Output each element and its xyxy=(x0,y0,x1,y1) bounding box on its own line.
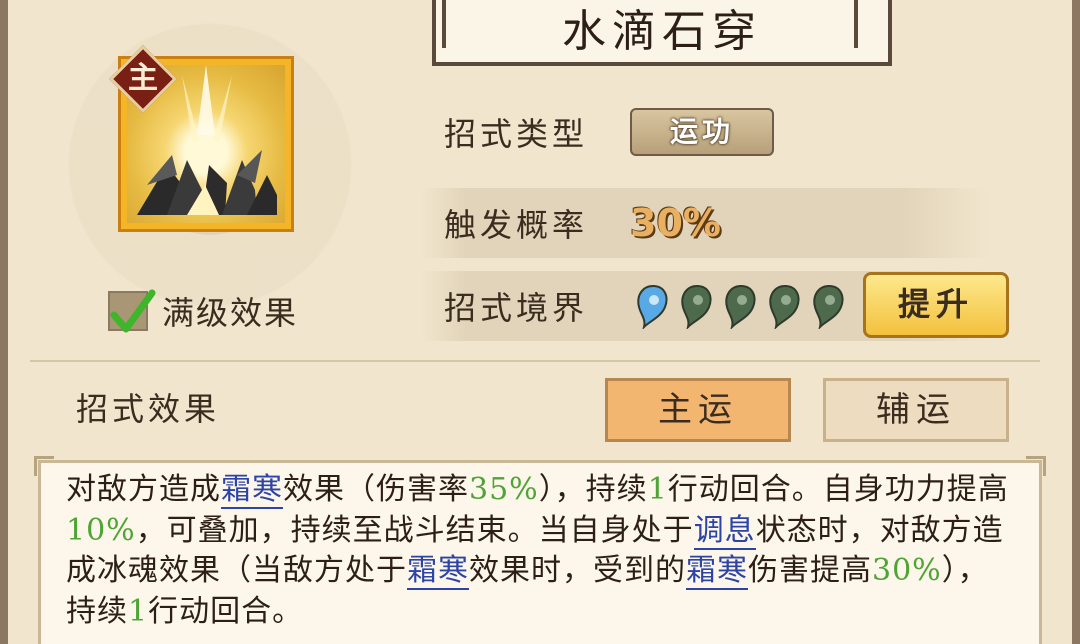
skill-name: 水滴石穿 xyxy=(562,6,762,57)
section-divider xyxy=(30,360,1040,362)
max-level-checkbox[interactable] xyxy=(108,289,156,333)
description-text-segment: ），持续 xyxy=(538,472,648,507)
highlight-value: 30% xyxy=(872,553,942,588)
skill-effect-label: 招式效果 xyxy=(76,390,221,428)
description-text-segment: ，可叠加，持续至战斗结束。当自身处于 xyxy=(135,512,694,548)
effect-description-text: 对敌方造成霜寒效果（伤害率35%），持续1行动回合。自身功力提高10%，可叠加，… xyxy=(66,470,1016,632)
tab-main-run[interactable]: 主运 xyxy=(605,378,791,442)
skill-type-tag: 运功 xyxy=(630,108,774,156)
left-frame-border xyxy=(0,0,8,644)
skill-type-row: 招式类型 运功 xyxy=(420,97,990,167)
description-text-segment: 伤害提高 xyxy=(748,553,872,588)
keyword-link[interactable]: 调息 xyxy=(693,512,756,550)
trigger-rate-label: 触发概率 xyxy=(444,206,589,244)
keyword-link[interactable]: 霜寒 xyxy=(407,553,469,590)
right-frame-border xyxy=(1072,0,1080,644)
highlight-value: 10% xyxy=(66,512,136,548)
corner-ornament xyxy=(34,456,54,476)
description-text-segment: 行动回合。自身功力提高 xyxy=(667,472,1009,507)
realm-droplet-empty-icon xyxy=(766,283,804,331)
badge-text: 主 xyxy=(128,61,158,96)
highlight-value: 1 xyxy=(647,472,668,507)
realm-droplet-empty-icon xyxy=(678,283,716,331)
trigger-rate-value: 30% xyxy=(630,201,721,245)
max-level-toggle[interactable]: 满级效果 xyxy=(108,288,298,334)
keyword-link[interactable]: 霜寒 xyxy=(221,472,283,509)
max-level-label: 满级效果 xyxy=(162,294,299,332)
realm-droplet-empty-icon xyxy=(722,283,760,331)
realm-level-indicator xyxy=(634,283,848,331)
upgrade-button[interactable]: 提升 xyxy=(863,272,1009,338)
highlight-value: 1 xyxy=(128,593,149,629)
keyword-link[interactable]: 霜寒 xyxy=(686,553,748,590)
description-text-segment: 效果时，受到的 xyxy=(469,553,686,588)
skill-type-label: 招式类型 xyxy=(444,115,589,153)
trigger-rate-row: 触发概率 30% xyxy=(420,188,990,258)
main-skill-badge: 主 xyxy=(109,45,177,113)
tab-auxiliary-run[interactable]: 辅运 xyxy=(823,378,1009,442)
checkmark-icon xyxy=(110,289,156,333)
realm-label: 招式境界 xyxy=(444,289,589,327)
realm-droplet-filled-icon xyxy=(634,283,672,331)
realm-droplet-empty-icon xyxy=(810,283,848,331)
description-text-segment: 对敌方造成 xyxy=(66,472,221,507)
description-text-segment: 效果（伤害率 xyxy=(283,472,469,507)
description-text-segment: 行动回合。 xyxy=(148,593,304,629)
highlight-value: 35% xyxy=(469,472,539,507)
title-banner: 水滴石穿 xyxy=(432,0,892,66)
corner-ornament xyxy=(1026,456,1046,476)
